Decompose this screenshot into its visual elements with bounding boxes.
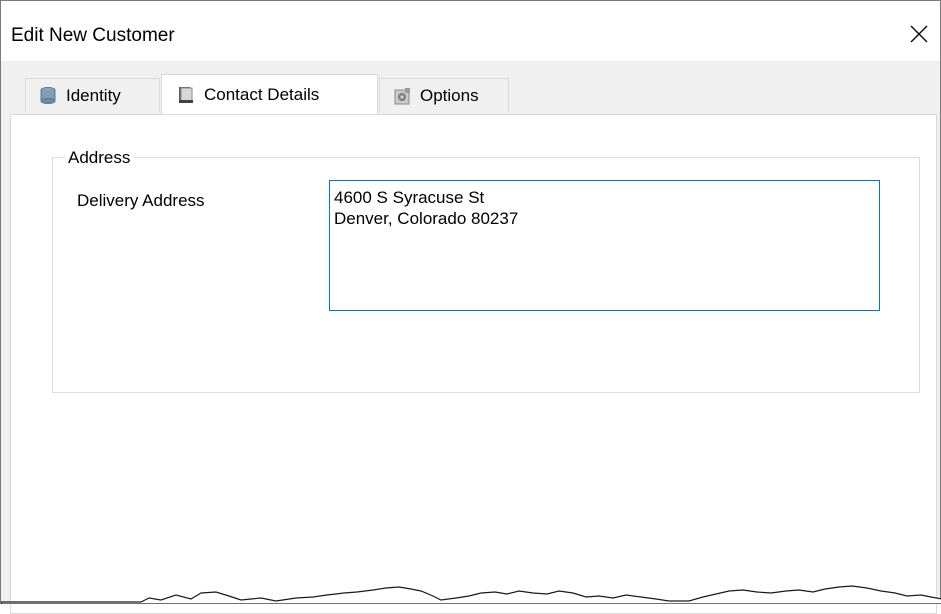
close-icon — [910, 25, 928, 43]
tab-identity-label: Identity — [66, 85, 121, 105]
options-gear-icon — [392, 86, 412, 106]
address-group-legend: Address — [65, 148, 134, 168]
address-book-icon — [176, 85, 196, 105]
delivery-address-input[interactable]: 4600 S Syracuse St Denver, Colorado 8023… — [329, 180, 880, 311]
tab-identity[interactable]: Identity — [25, 78, 160, 112]
close-button[interactable] — [896, 15, 940, 55]
tab-contact-details-label: Contact Details — [204, 84, 320, 104]
tab-options-label: Options — [420, 85, 479, 105]
torn-edge-decoration — [1, 585, 941, 604]
title-bar: Edit New Customer — [1, 1, 940, 61]
delivery-address-label: Delivery Address — [77, 191, 205, 210]
tab-options[interactable]: Options — [379, 78, 509, 112]
edit-customer-window: Edit New Customer Identity Contact Detai… — [0, 0, 941, 614]
database-icon — [38, 86, 58, 106]
tab-contact-details[interactable]: Contact Details — [161, 74, 378, 114]
window-title: Edit New Customer — [11, 25, 175, 46]
